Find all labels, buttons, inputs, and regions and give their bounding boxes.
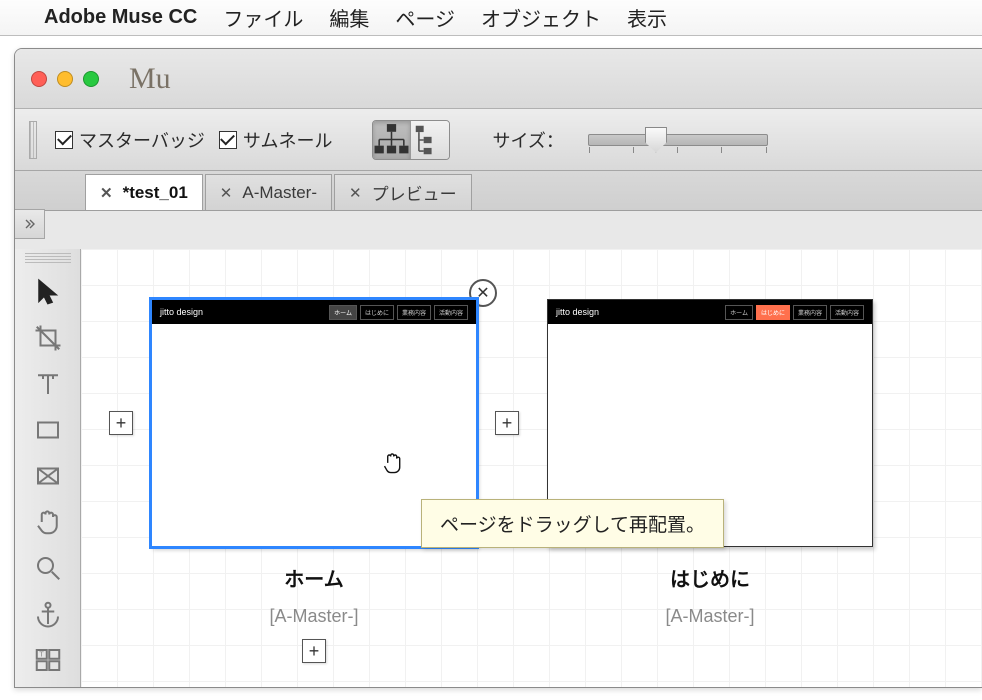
add-page-left-button[interactable]: + bbox=[109, 411, 133, 435]
menu-page[interactable]: ページ bbox=[395, 3, 455, 32]
crop-tool[interactable] bbox=[22, 315, 74, 361]
hand-icon bbox=[33, 507, 63, 537]
menu-edit[interactable]: 編集 bbox=[329, 3, 369, 32]
page-name-label[interactable]: ホーム bbox=[151, 563, 477, 592]
thumb-preview-header: jitto design ホーム はじめに 業務内容 活動内容 bbox=[548, 300, 872, 324]
text-grid-icon: T bbox=[33, 645, 63, 675]
thumb-nav: ホーム はじめに 業務内容 活動内容 bbox=[725, 305, 864, 320]
document-tabs: ✕ *test_01 ✕ A-Master- ✕ プレビュー bbox=[15, 171, 982, 211]
tab-label: *test_01 bbox=[123, 183, 188, 203]
arrow-cursor-icon bbox=[33, 277, 63, 307]
tab-test01[interactable]: ✕ *test_01 bbox=[85, 174, 203, 210]
window-titlebar: Mu bbox=[15, 49, 982, 109]
crop-icon bbox=[33, 323, 63, 353]
thumb-logo: jitto design bbox=[556, 307, 599, 317]
outline-view-button[interactable] bbox=[411, 121, 449, 159]
menu-file[interactable]: ファイル bbox=[223, 3, 303, 32]
slider-thumb[interactable] bbox=[645, 127, 667, 153]
tab-label: プレビュー bbox=[372, 180, 457, 205]
master-badge-label: マスターバッジ bbox=[79, 127, 205, 153]
page-master-label[interactable]: [A-Master-] bbox=[151, 606, 477, 627]
page-master-label[interactable]: [A-Master-] bbox=[547, 606, 873, 627]
tool-palette: T bbox=[15, 249, 81, 687]
optionsbar-grip[interactable] bbox=[29, 121, 37, 159]
close-icon[interactable]: ✕ bbox=[349, 184, 362, 202]
mac-menubar: Adobe Muse CC ファイル 編集 ページ オブジェクト 表示 bbox=[0, 0, 982, 36]
sitemap-icon bbox=[373, 121, 410, 158]
frame-x-icon bbox=[33, 461, 63, 491]
thumbnail-label: サムネール bbox=[243, 127, 333, 153]
drag-tooltip: ページをドラッグして再配置。 bbox=[421, 499, 724, 548]
palette-grip[interactable] bbox=[25, 253, 71, 263]
anchor-tool[interactable] bbox=[22, 591, 74, 637]
rectangle-icon bbox=[33, 415, 63, 445]
app-title-icon: Mu bbox=[129, 62, 171, 96]
add-child-page-button[interactable]: + bbox=[302, 639, 326, 663]
window-minimize-button[interactable] bbox=[57, 71, 73, 87]
frame-tool[interactable] bbox=[22, 453, 74, 499]
grab-cursor-icon bbox=[379, 449, 405, 479]
tab-label: A-Master- bbox=[242, 183, 317, 203]
text-tool[interactable] bbox=[22, 361, 74, 407]
text-link-tool[interactable]: T bbox=[22, 637, 74, 683]
thumb-preview-header: jitto design ホーム はじめに 業務内容 活動内容 bbox=[152, 300, 476, 324]
menu-object[interactable]: オブジェクト bbox=[481, 3, 601, 32]
menu-view[interactable]: 表示 bbox=[627, 3, 667, 32]
checkbox-icon bbox=[219, 131, 237, 149]
pages-row: + ✕ jitto design ホーム はじめに 業務内容 活動内容 + ホー… bbox=[151, 299, 873, 663]
app-window: Mu マスターバッジ サムネール サイズ： bbox=[14, 48, 982, 688]
tab-a-master[interactable]: ✕ A-Master- bbox=[205, 174, 332, 210]
menubar-appname[interactable]: Adobe Muse CC bbox=[44, 6, 197, 29]
page-name-label[interactable]: はじめに bbox=[547, 563, 873, 592]
svg-text:T: T bbox=[39, 649, 44, 658]
text-icon bbox=[33, 369, 63, 399]
sitemap-view-button[interactable] bbox=[373, 121, 411, 159]
master-badge-checkbox[interactable]: マスターバッジ bbox=[55, 127, 205, 153]
view-mode-segment bbox=[372, 120, 450, 160]
outline-icon bbox=[411, 121, 449, 159]
chevron-right-icon bbox=[24, 218, 36, 230]
rectangle-tool[interactable] bbox=[22, 407, 74, 453]
hand-tool[interactable] bbox=[22, 499, 74, 545]
size-label: サイズ： bbox=[492, 127, 563, 153]
size-slider[interactable] bbox=[588, 134, 768, 146]
options-bar: マスターバッジ サムネール サイズ： bbox=[15, 109, 982, 171]
page-item-home[interactable]: + ✕ jitto design ホーム はじめに 業務内容 活動内容 + ホー… bbox=[151, 299, 477, 663]
window-close-button[interactable] bbox=[31, 71, 47, 87]
thumb-logo: jitto design bbox=[160, 307, 203, 317]
zoom-tool[interactable] bbox=[22, 545, 74, 591]
magnifier-icon bbox=[33, 553, 63, 583]
window-zoom-button[interactable] bbox=[83, 71, 99, 87]
window-controls bbox=[31, 71, 99, 87]
sitemap-canvas[interactable]: + ✕ jitto design ホーム はじめに 業務内容 活動内容 + ホー… bbox=[81, 249, 982, 687]
page-item-hajimeni[interactable]: jitto design ホーム はじめに 業務内容 活動内容 はじめに [A-… bbox=[547, 299, 873, 627]
thumbnail-checkbox[interactable]: サムネール bbox=[219, 127, 333, 153]
thumb-nav: ホーム はじめに 業務内容 活動内容 bbox=[329, 305, 468, 320]
anchor-icon bbox=[33, 599, 63, 629]
tooltip-text: ページをドラッグして再配置。 bbox=[440, 515, 705, 536]
add-page-right-button[interactable]: + bbox=[495, 411, 519, 435]
checkbox-icon bbox=[55, 131, 73, 149]
close-icon[interactable]: ✕ bbox=[100, 184, 113, 202]
panel-expand-button[interactable] bbox=[15, 209, 45, 239]
selection-tool[interactable] bbox=[22, 269, 74, 315]
tab-preview[interactable]: ✕ プレビュー bbox=[334, 174, 472, 210]
close-icon[interactable]: ✕ bbox=[220, 184, 233, 202]
